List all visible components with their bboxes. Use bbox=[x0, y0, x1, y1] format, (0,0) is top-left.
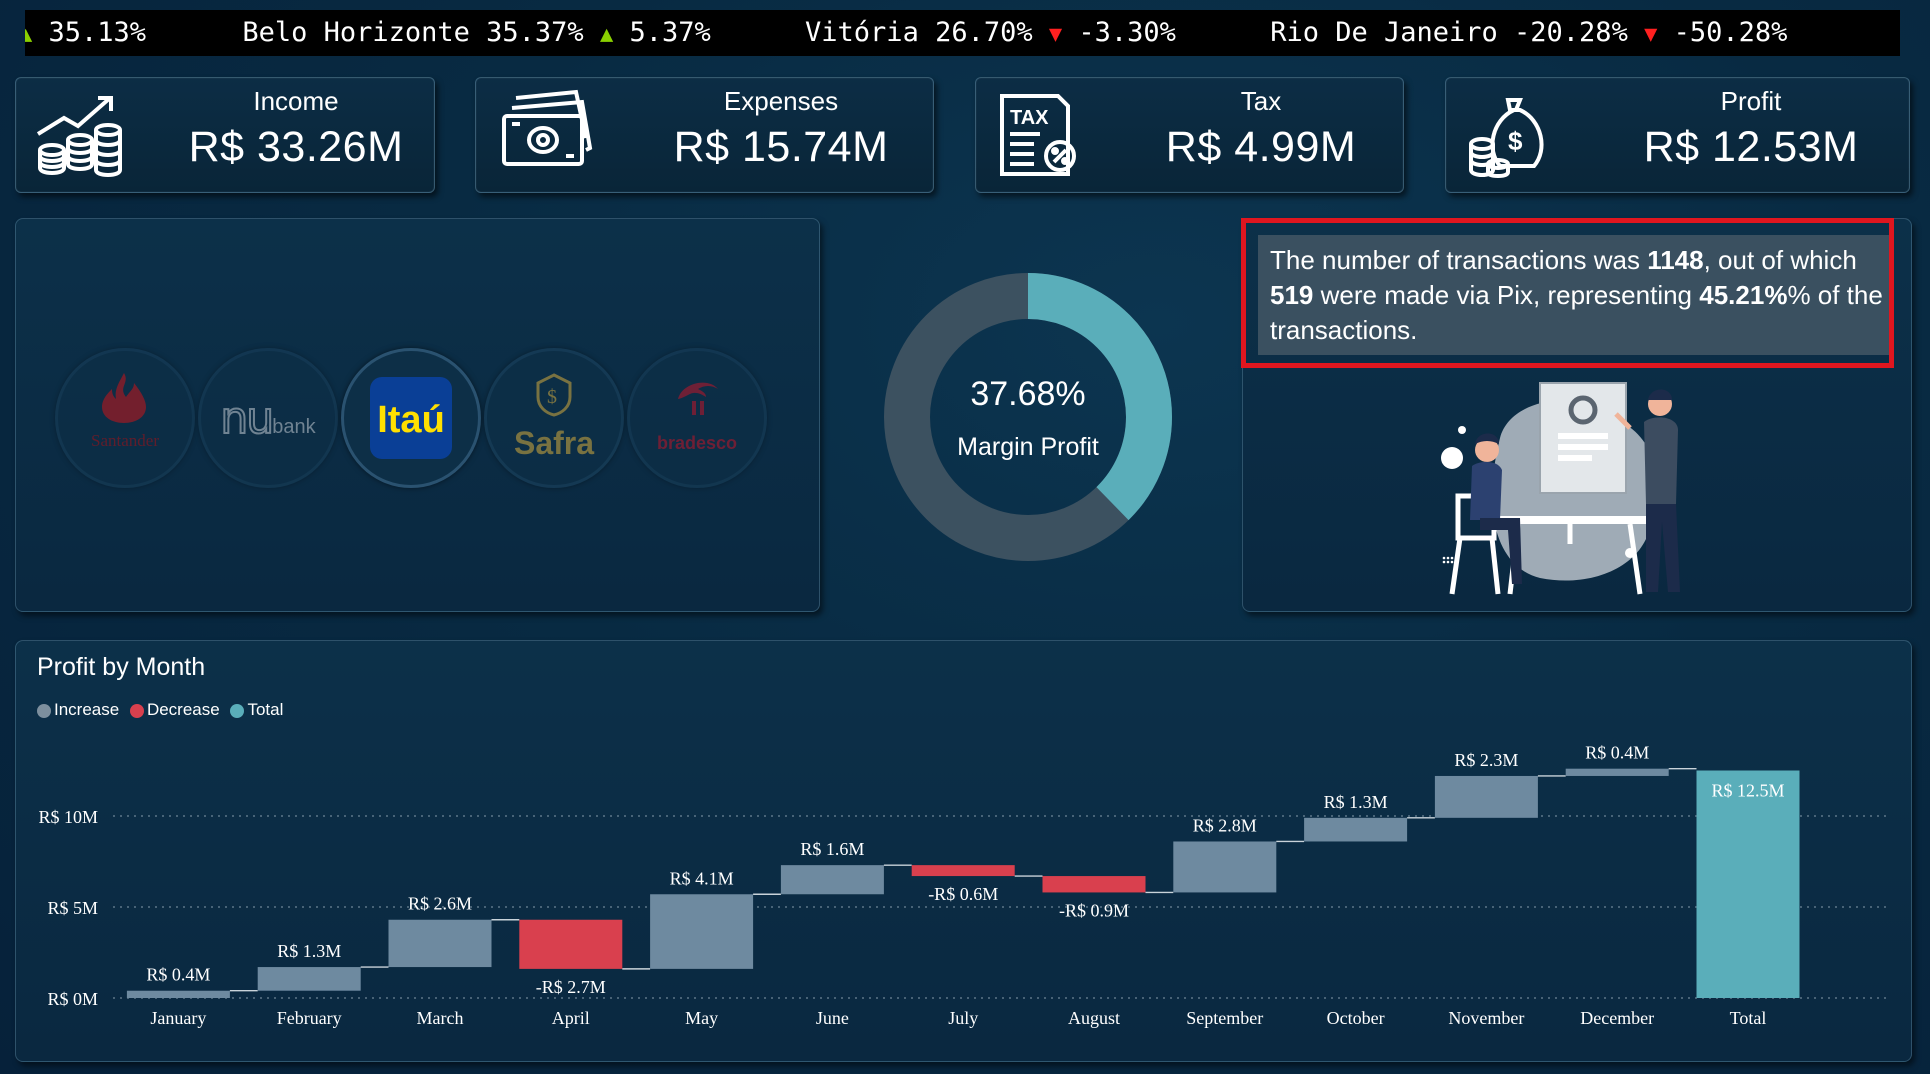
waterfall-bar bbox=[911, 865, 1015, 877]
data-label: R$ 12.5M bbox=[1711, 781, 1784, 801]
waterfall-bar bbox=[780, 865, 884, 895]
data-label: -R$ 2.7M bbox=[536, 977, 606, 997]
data-label: R$ 2.6M bbox=[408, 894, 472, 914]
waterfall-bar bbox=[650, 894, 754, 969]
waterfall-bar bbox=[388, 919, 492, 968]
y-tick-label: R$ 5M bbox=[47, 898, 98, 918]
waterfall-bar bbox=[1304, 817, 1408, 842]
waterfall-bar bbox=[519, 919, 623, 969]
x-tick-label: December bbox=[1580, 1008, 1654, 1028]
data-label: R$ 2.8M bbox=[1193, 815, 1257, 835]
waterfall-bar bbox=[1565, 768, 1669, 776]
data-label: R$ 1.6M bbox=[800, 839, 864, 859]
waterfall-bar bbox=[257, 967, 361, 991]
x-tick-label: September bbox=[1186, 1008, 1263, 1028]
x-tick-label: March bbox=[417, 1008, 464, 1028]
y-tick-label: R$ 10M bbox=[38, 807, 98, 827]
x-tick-label: Total bbox=[1730, 1008, 1767, 1028]
data-label: R$ 0.4M bbox=[1585, 743, 1649, 763]
x-tick-label: July bbox=[948, 1008, 978, 1028]
waterfall-chart: R$ 0M R$ 5M R$ 10M R$ 0.4M January R$ 1.3M Feb… bbox=[38, 743, 1890, 1028]
data-label: R$ 1.3M bbox=[1324, 792, 1388, 812]
data-label: R$ 4.1M bbox=[670, 868, 734, 888]
waterfall-bar bbox=[1434, 775, 1538, 818]
x-tick-label: February bbox=[277, 1008, 342, 1028]
x-tick-label: April bbox=[552, 1008, 590, 1028]
x-tick-label: May bbox=[685, 1008, 718, 1028]
y-tick-label: R$ 0M bbox=[47, 989, 98, 1009]
x-tick-label: October bbox=[1327, 1008, 1385, 1028]
data-label: R$ 2.3M bbox=[1454, 750, 1518, 770]
waterfall-bar bbox=[126, 990, 230, 998]
x-tick-label: November bbox=[1448, 1008, 1524, 1028]
x-tick-label: June bbox=[816, 1008, 849, 1028]
data-label: -R$ 0.9M bbox=[1059, 900, 1129, 920]
x-tick-label: August bbox=[1068, 1008, 1120, 1028]
x-tick-label: January bbox=[150, 1008, 206, 1028]
waterfall-bar bbox=[1042, 876, 1146, 893]
waterfall-bar bbox=[1173, 841, 1277, 893]
data-label: -R$ 0.6M bbox=[928, 884, 998, 904]
data-label: R$ 0.4M bbox=[146, 965, 210, 985]
waterfall-bar bbox=[1696, 770, 1800, 998]
data-label: R$ 1.3M bbox=[277, 941, 341, 961]
